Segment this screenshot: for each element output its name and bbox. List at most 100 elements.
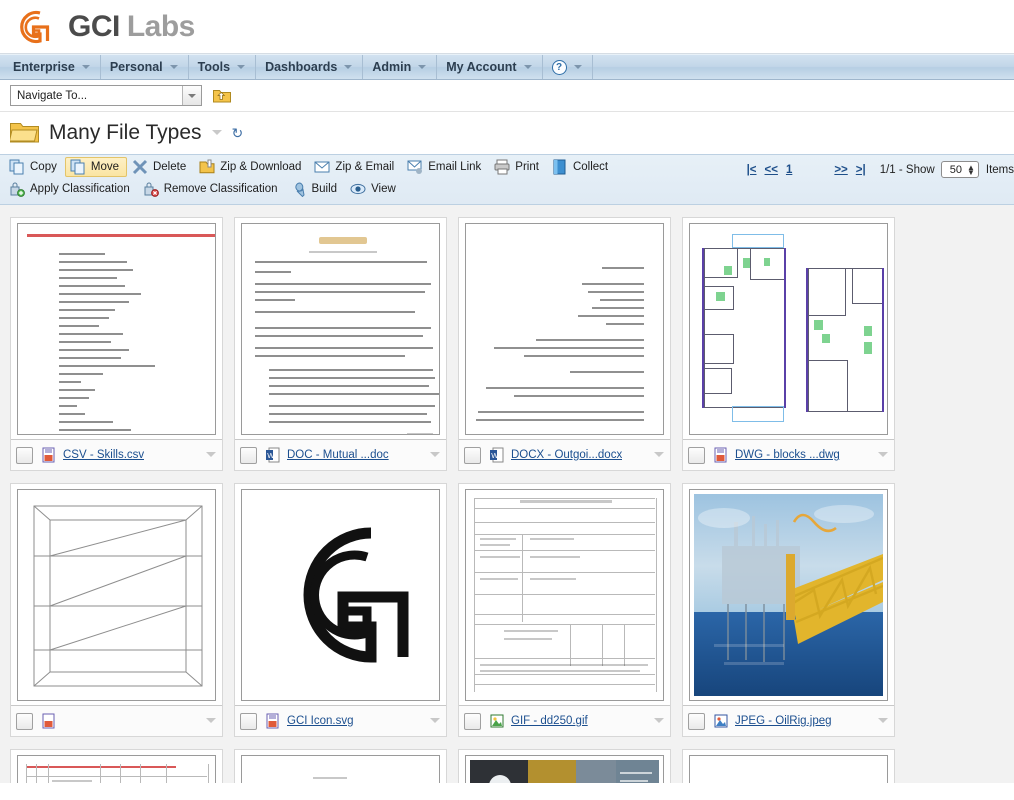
menu-item-help[interactable]: ? [543,55,593,79]
file-card[interactable]: About Global Cents [682,749,895,783]
menu-item-personal[interactable]: Personal [101,55,189,79]
select-checkbox[interactable] [16,712,33,730]
thumbnail-container[interactable] [11,218,222,440]
chevron-down-icon[interactable] [878,717,889,725]
chevron-down-icon[interactable] [878,451,889,459]
navigate-to-select[interactable]: Navigate To... [10,85,202,106]
chevron-down-icon[interactable] [654,717,665,725]
doc-page [247,760,434,783]
file-card[interactable]: Created with Evaluation version of Aspos… [10,749,223,783]
select-checkbox[interactable] [240,446,257,464]
card-footer: W DOCX - Outgoi...docx [459,440,670,470]
thumbnail-container[interactable] [235,484,446,706]
last-page-link[interactable]: >| [856,164,866,176]
gif-file-icon [489,713,505,729]
toolbar-label: Zip & Download [220,161,302,173]
print-button[interactable]: Print [489,157,547,177]
main-menu-bar: Enterprise Personal Tools Dashboards Adm… [0,54,1014,80]
doc-page [23,228,215,431]
toolbar-label: View [371,183,396,195]
file-card[interactable] [234,749,447,783]
zip-download-button[interactable]: Zip & Download [194,157,309,177]
apply-classification-button[interactable]: Apply Classification [4,179,138,199]
next-page-link[interactable]: >> [834,164,847,176]
thumbnail-container[interactable]: VIEWER [459,750,670,783]
file-name-link[interactable]: DOC - Mutual ...doc [287,449,389,461]
file-name-link[interactable]: GIF - dd250.gif [511,715,588,727]
thumbnail-container[interactable] [683,484,894,706]
file-card[interactable]: JPEG - OilRig.jpeg [682,483,895,737]
select-checkbox[interactable] [464,712,481,730]
menu-item-my-account[interactable]: My Account [437,55,543,79]
select-checkbox[interactable] [16,446,33,464]
thumbnail-container[interactable]: About Global Cents [683,750,894,783]
view-button[interactable]: View [345,179,404,199]
stepper-arrows-icon[interactable]: ▲ ▼ [967,163,975,176]
thumbnail-docx-outgoing [465,222,664,435]
thumbnail-container[interactable] [235,218,446,440]
paging-controls: |< << 1 >> >| 1/1 - Show 50 ▲ ▼ Items [743,161,1014,178]
move-icon [70,159,86,175]
toolbar-label: Collect [572,161,609,173]
menu-item-tools[interactable]: Tools [189,55,257,79]
envelope-icon [314,159,330,175]
page-size-stepper[interactable]: 50 ▲ ▼ [940,161,979,178]
toolbar-label: Copy [30,161,57,173]
select-checkbox[interactable] [240,712,257,730]
file-grid-area[interactable]: CSV - Skills.csv W DOC - Mutual ...doc W… [0,205,1014,783]
file-card[interactable]: GIF - dd250.gif [458,483,671,737]
menu-item-admin[interactable]: Admin [363,55,438,79]
thumbnail-gci-icon-svg [241,488,440,701]
card-footer: GCI Icon.svg [235,706,446,736]
email-link-button[interactable]: Email Link [402,157,489,177]
select-checkbox[interactable] [688,446,705,464]
chevron-down-icon[interactable] [211,129,223,137]
thumbnail-container[interactable] [683,218,894,440]
first-page-link[interactable]: |< [747,164,757,176]
menu-item-dashboards[interactable]: Dashboards [256,55,364,79]
chevron-down-icon[interactable] [654,451,665,459]
remove-classification-icon [143,181,159,197]
chevron-down-icon[interactable] [430,717,441,725]
thumbnail-container[interactable] [459,484,670,706]
file-card[interactable]: W DOCX - Outgoi...docx [458,217,671,471]
delete-button[interactable]: Delete [127,157,194,177]
stepper-down-icon[interactable]: ▼ [967,168,975,176]
file-card[interactable]: DWG - blocks ...dwg [682,217,895,471]
file-card[interactable] [10,483,223,737]
refresh-icon[interactable]: ↻ [232,125,244,142]
thumbnail-container[interactable]: Created with Evaluation version of Aspos… [11,750,222,783]
menu-item-enterprise[interactable]: Enterprise [4,55,101,79]
file-card[interactable]: CSV - Skills.csv [10,217,223,471]
arabic-letter-page [471,229,658,429]
file-name-link[interactable]: CSV - Skills.csv [63,449,144,461]
file-name-link[interactable]: DOCX - Outgoi...docx [511,449,622,461]
thumbnail-dwg-blocks [689,222,888,435]
chevron-down-icon[interactable] [206,451,217,459]
chevron-down-icon[interactable] [182,86,201,105]
file-name-link[interactable]: JPEG - OilRig.jpeg [735,715,832,727]
thumbnail-container[interactable] [459,218,670,440]
file-card[interactable]: W DOC - Mutual ...doc [234,217,447,471]
zip-email-button[interactable]: Zip & Email [309,157,402,177]
folder-up-icon[interactable] [213,88,231,103]
thumbnail-container[interactable] [235,750,446,783]
page-number-1[interactable]: 1 [786,164,792,176]
file-card[interactable]: VIEWER [458,749,671,783]
build-button[interactable]: Build [285,179,345,199]
chevron-down-icon[interactable] [206,717,217,725]
file-name-link[interactable]: GCI Icon.svg [287,715,353,727]
select-checkbox[interactable] [464,446,481,464]
thumbnail-container[interactable] [11,484,222,706]
copy-button[interactable]: Copy [4,157,65,177]
file-card[interactable]: GCI Icon.svg [234,483,447,737]
prev-page-link[interactable]: << [765,164,778,176]
viewer-banner-image: VIEWER [470,759,659,783]
file-name-link[interactable]: DWG - blocks ...dwg [735,449,840,461]
remove-classification-button[interactable]: Remove Classification [138,179,286,199]
move-button[interactable]: Move [64,157,127,177]
chevron-down-icon[interactable] [430,451,441,459]
select-checkbox[interactable] [688,712,705,730]
collect-button[interactable]: Collect [547,157,616,177]
doc-page [247,228,439,434]
